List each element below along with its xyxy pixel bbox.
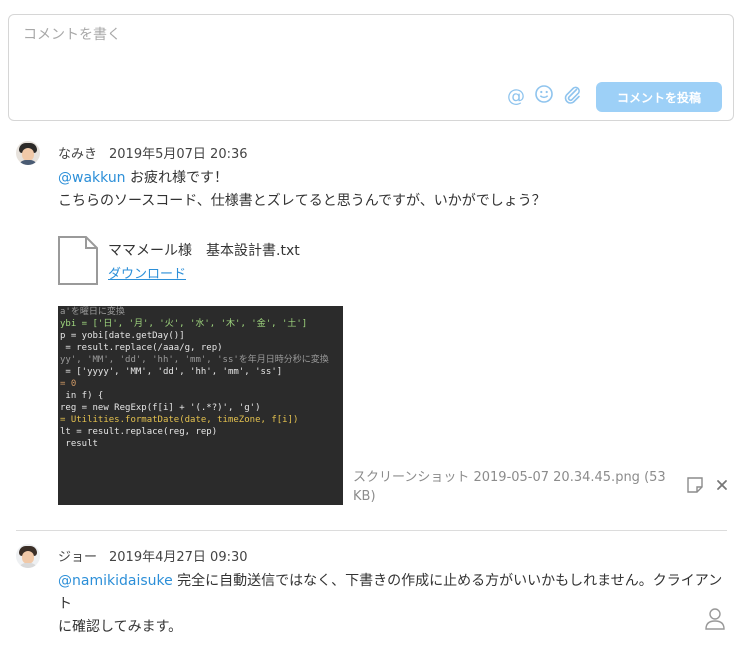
mention-link[interactable]: @wakkun <box>58 170 126 186</box>
file-name: ママメール様 基本設計書.txt <box>108 243 300 259</box>
close-icon[interactable] <box>713 476 731 494</box>
mention-icon[interactable]: @ <box>505 86 527 108</box>
file-icon <box>58 236 98 285</box>
comment-meta: なみき 2019年5月07日 20:36 <box>58 143 248 162</box>
comment-composer: コメントを書く @ コメントを投稿 <box>8 14 734 121</box>
comment-input[interactable]: コメントを書く <box>23 25 583 49</box>
code-line: = 0 <box>60 379 77 389</box>
code-line: p = yobi[date.getDay()] <box>60 331 185 341</box>
code-line: in f) { <box>60 391 104 401</box>
screenshot-thumbnail[interactable]: a'を曜日に変換 ybi = ['日', '月', '火', '水', '木',… <box>58 306 343 505</box>
composer-toolbar: @ <box>505 84 583 110</box>
attachment-name-line: スクリーンショット 2019-05-07 20.34.45.png (53 <box>353 470 666 485</box>
code-line: = result.replace(/aaa/g, rep) <box>60 343 223 353</box>
attach-icon[interactable] <box>561 84 583 110</box>
comment-text: に確認してみます。 <box>58 619 183 635</box>
comment-body: @wakkun お疲れ様です！ こちらのソースコード、仕様書とズレてると思うんで… <box>58 167 728 213</box>
comment-body: @namikidaisuke 完全に自動送信ではなく、下書きの作成に止める方がい… <box>58 570 728 639</box>
attachment-name-line: KB) <box>353 489 376 504</box>
code-line: ybi = ['日', '月', '火', '水', '木', '金', '土'… <box>60 319 308 329</box>
mention-link[interactable]: @namikidaisuke <box>58 573 173 589</box>
expand-icon[interactable] <box>686 476 704 494</box>
avatar[interactable] <box>16 141 40 165</box>
comment-text: こちらのソースコード、仕様書とズレてると思うんですが、いかがでしょう？ <box>58 193 546 209</box>
download-link[interactable]: ダウンロード <box>108 263 186 282</box>
comment-text: お疲れ様です！ <box>125 170 229 186</box>
code-line: = Utilities.formatDate(date, timeZone, f… <box>60 415 299 425</box>
code-line: reg = new RegExp(f[i] + '(.*?)', 'g') <box>60 403 261 413</box>
code-line: result <box>60 439 98 449</box>
comment-date: 2019年5月07日 20:36 <box>109 147 248 162</box>
code-line: = ['yyyy', 'MM', 'dd', 'hh', 'mm', 'ss'] <box>60 367 283 377</box>
author-name: なみき <box>58 147 98 162</box>
user-icon[interactable] <box>704 606 726 630</box>
attachment-name: スクリーンショット 2019-05-07 20.34.45.png (53 KB… <box>353 468 673 506</box>
author-name: ジョー <box>58 550 98 565</box>
code-line: lt = result.replace(reg, rep) <box>60 427 218 437</box>
comment-divider <box>16 530 727 531</box>
code-line: a'を曜日に変換 <box>60 307 125 317</box>
comment-meta: ジョー 2019年4月27日 09:30 <box>58 546 248 565</box>
avatar[interactable] <box>16 544 40 568</box>
emoji-icon[interactable] <box>533 84 555 110</box>
comment-date: 2019年4月27日 09:30 <box>109 550 248 565</box>
post-comment-button[interactable]: コメントを投稿 <box>596 82 722 112</box>
code-line: yy', 'MM', 'dd', 'hh', 'mm', 'ss'を年月日時分秒… <box>60 355 329 365</box>
